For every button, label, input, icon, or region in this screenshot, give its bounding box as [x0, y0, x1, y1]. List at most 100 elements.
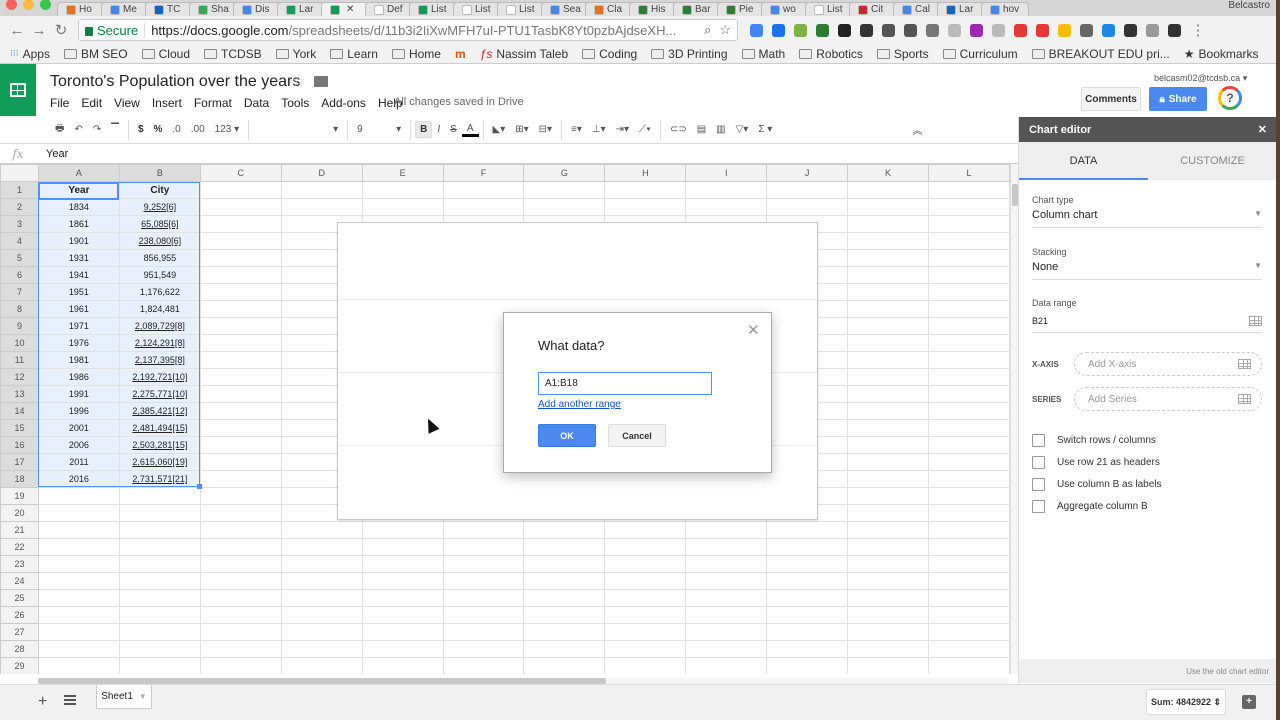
- bookmark-item[interactable]: BREAKOUT EDU pri...: [1031, 47, 1170, 61]
- cell[interactable]: [928, 436, 1010, 454]
- cell[interactable]: [199, 572, 282, 590]
- cell[interactable]: [361, 521, 444, 539]
- cell[interactable]: [199, 181, 282, 199]
- maximize-window-button[interactable]: [40, 0, 51, 10]
- browser-tab[interactable]: Cit: [849, 2, 897, 16]
- cell[interactable]: [685, 623, 768, 641]
- bookmark-item[interactable]: BM SEO: [63, 47, 128, 61]
- cell[interactable]: [361, 623, 444, 641]
- cell[interactable]: [847, 504, 929, 522]
- row-header[interactable]: 25: [0, 589, 39, 607]
- extension-icon[interactable]: [838, 23, 851, 37]
- cell[interactable]: [928, 572, 1010, 590]
- column-header[interactable]: F: [442, 164, 525, 182]
- cell[interactable]: [928, 657, 1010, 674]
- checkbox-row[interactable]: Use row 21 as headers: [1032, 456, 1160, 469]
- cell[interactable]: [928, 351, 1010, 369]
- bold-button[interactable]: B: [415, 121, 433, 138]
- row-header[interactable]: 19: [0, 487, 39, 505]
- cell[interactable]: 2011: [37, 453, 120, 471]
- cell[interactable]: [523, 181, 606, 199]
- extension-icon[interactable]: [1168, 23, 1181, 37]
- cell[interactable]: [361, 589, 444, 607]
- cell[interactable]: [199, 504, 282, 522]
- cell[interactable]: [199, 623, 282, 641]
- extension-icon[interactable]: [1036, 23, 1049, 37]
- cell[interactable]: [37, 572, 120, 590]
- browser-tab[interactable]: Me: [101, 2, 149, 16]
- browser-tab[interactable]: ✕: [321, 2, 369, 16]
- comments-button[interactable]: Comments: [1081, 87, 1141, 111]
- row-header[interactable]: 13: [0, 385, 39, 403]
- cell[interactable]: [928, 334, 1010, 352]
- browser-tab[interactable]: List: [805, 2, 853, 16]
- cell[interactable]: [280, 657, 363, 674]
- cell[interactable]: 1981: [37, 351, 120, 369]
- cell[interactable]: [280, 181, 363, 199]
- sum-summary-button[interactable]: Sum: 4842922 ⇕: [1146, 689, 1226, 715]
- cell-link[interactable]: 9,252[6]: [144, 202, 177, 212]
- extension-icon[interactable]: [1014, 23, 1027, 37]
- menu-file[interactable]: File: [50, 96, 69, 110]
- browser-tab[interactable]: wo: [761, 2, 809, 16]
- extension-icon[interactable]: [772, 23, 785, 37]
- cell[interactable]: [118, 606, 201, 624]
- cell[interactable]: [847, 623, 929, 641]
- cell[interactable]: [361, 572, 444, 590]
- insert-link-icon[interactable]: ⊂⊃: [665, 124, 692, 135]
- cell[interactable]: [118, 538, 201, 556]
- cell[interactable]: [199, 538, 282, 556]
- cell[interactable]: [847, 198, 929, 216]
- cell[interactable]: [199, 521, 282, 539]
- cell[interactable]: [523, 640, 606, 658]
- cell-link[interactable]: 65,085[6]: [141, 219, 179, 229]
- cell[interactable]: [199, 215, 282, 233]
- cell[interactable]: [847, 419, 929, 437]
- cell[interactable]: [118, 521, 201, 539]
- menu-addons[interactable]: Add-ons: [321, 96, 366, 110]
- cell[interactable]: 1834: [37, 198, 120, 216]
- font-family-select[interactable]: ▾: [253, 124, 343, 135]
- cell[interactable]: [928, 402, 1010, 420]
- cell[interactable]: [37, 504, 120, 522]
- extension-icon[interactable]: [882, 23, 895, 37]
- extension-icon[interactable]: [750, 23, 763, 37]
- row-header[interactable]: 20: [0, 504, 39, 522]
- column-header[interactable]: K: [847, 164, 929, 182]
- menu-view[interactable]: View: [114, 96, 140, 110]
- all-sheets-icon[interactable]: [64, 695, 76, 705]
- cell[interactable]: [928, 317, 1010, 335]
- browser-tab[interactable]: His: [629, 2, 677, 16]
- browser-tab[interactable]: List: [497, 2, 545, 16]
- add-sheet-icon[interactable]: +: [38, 693, 47, 711]
- add-another-range-link[interactable]: Add another range: [538, 399, 621, 410]
- cell[interactable]: [523, 555, 606, 573]
- cell[interactable]: 1971: [37, 317, 120, 335]
- extension-icon[interactable]: [1124, 23, 1137, 37]
- cell-link[interactable]: 2,481,494[15]: [132, 423, 187, 433]
- column-header[interactable]: J: [766, 164, 849, 182]
- row-header[interactable]: 11: [0, 351, 39, 369]
- cell-link[interactable]: 2,385,421[12]: [132, 406, 187, 416]
- cell[interactable]: 9,252[6]: [118, 198, 201, 216]
- cell[interactable]: [766, 181, 849, 199]
- cell[interactable]: 2,089,729[8]: [118, 317, 201, 335]
- back-icon[interactable]: ←: [6, 22, 28, 39]
- cell[interactable]: [847, 215, 929, 233]
- cell[interactable]: [928, 538, 1010, 556]
- cell[interactable]: [928, 283, 1010, 301]
- cell[interactable]: [604, 555, 687, 573]
- row-header[interactable]: 3: [0, 215, 39, 233]
- cell[interactable]: 2006: [37, 436, 120, 454]
- browser-tab[interactable]: Cal: [893, 2, 941, 16]
- paint-format-icon[interactable]: ▔: [106, 124, 124, 135]
- row-header[interactable]: 4: [0, 232, 39, 250]
- cell[interactable]: 1986: [37, 368, 120, 386]
- cell[interactable]: 1951: [37, 283, 120, 301]
- print-icon[interactable]: 🖶︎: [50, 121, 69, 138]
- cell[interactable]: [361, 640, 444, 658]
- cell[interactable]: [199, 300, 282, 318]
- cell[interactable]: [442, 181, 525, 199]
- cell[interactable]: [685, 589, 768, 607]
- cell[interactable]: [604, 606, 687, 624]
